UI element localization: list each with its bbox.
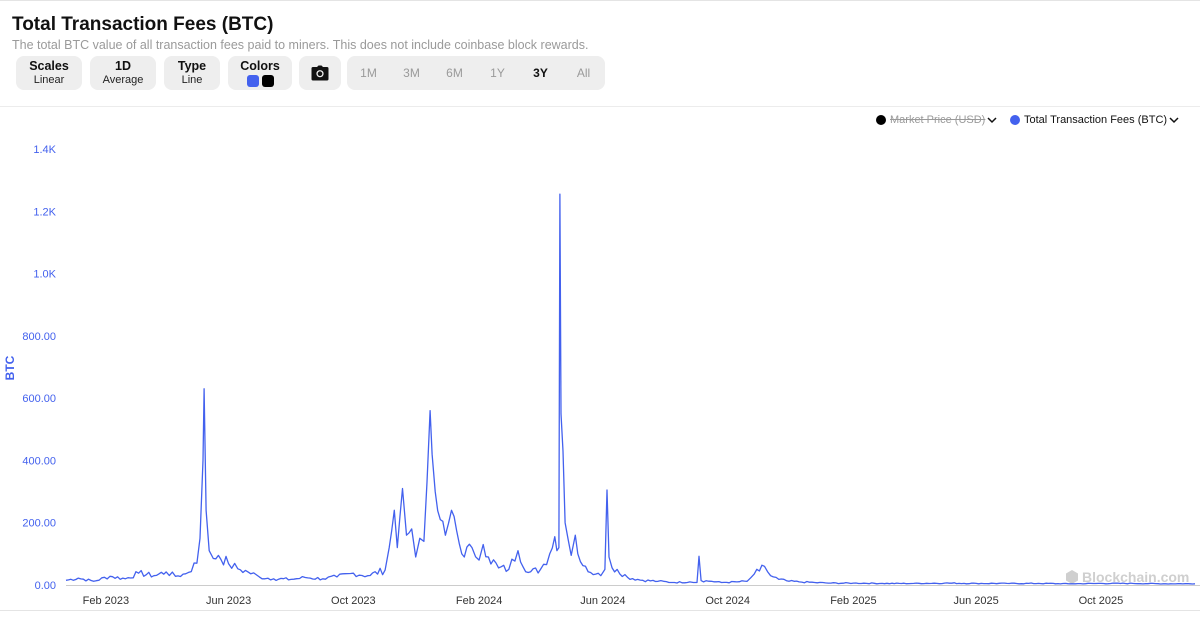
watermark: Blockchain.com (1066, 569, 1189, 585)
blockchain-logo-icon (1066, 570, 1078, 584)
x-tick-label: Jun 2023 (206, 595, 251, 607)
x-axis-ticks: Feb 2023 Jun 2023 Oct 2023 Feb 2024 Jun 2024… (66, 585, 1200, 607)
series-line-transaction-fees (65, 193, 1196, 585)
y-tick-label: 1.0K (33, 269, 56, 281)
y-tick-label: 800.00 (22, 331, 56, 343)
x-tick-label: Jun 2025 (954, 595, 999, 607)
y-tick-label: 0.00 (35, 580, 56, 592)
x-tick-label: Feb 2023 (83, 595, 129, 607)
y-axis-ticks: 0.00 200.00 400.00 600.00 800.00 1.0K 1.2K 1.4K (22, 144, 56, 592)
y-axis-label: BTC (3, 355, 17, 380)
y-tick-label: 400.00 (22, 455, 56, 467)
y-tick-label: 600.00 (22, 393, 56, 405)
y-tick-label: 1.2K (33, 206, 56, 218)
x-tick-label: Oct 2024 (705, 595, 750, 607)
bottom-border (0, 610, 1200, 611)
x-tick-label: Feb 2025 (830, 595, 876, 607)
y-tick-label: 200.00 (22, 518, 56, 530)
x-tick-label: Jun 2024 (580, 595, 625, 607)
x-tick-label: Oct 2023 (331, 595, 376, 607)
y-tick-label: 1.4K (33, 144, 56, 156)
x-tick-label: Feb 2024 (456, 595, 502, 607)
fees-line-chart: Blockchain.com BTC 0.00 200.00 400.00 600.0… (3, 144, 1200, 607)
x-tick-label: Oct 2025 (1079, 595, 1124, 607)
watermark-text: Blockchain.com (1082, 569, 1189, 585)
